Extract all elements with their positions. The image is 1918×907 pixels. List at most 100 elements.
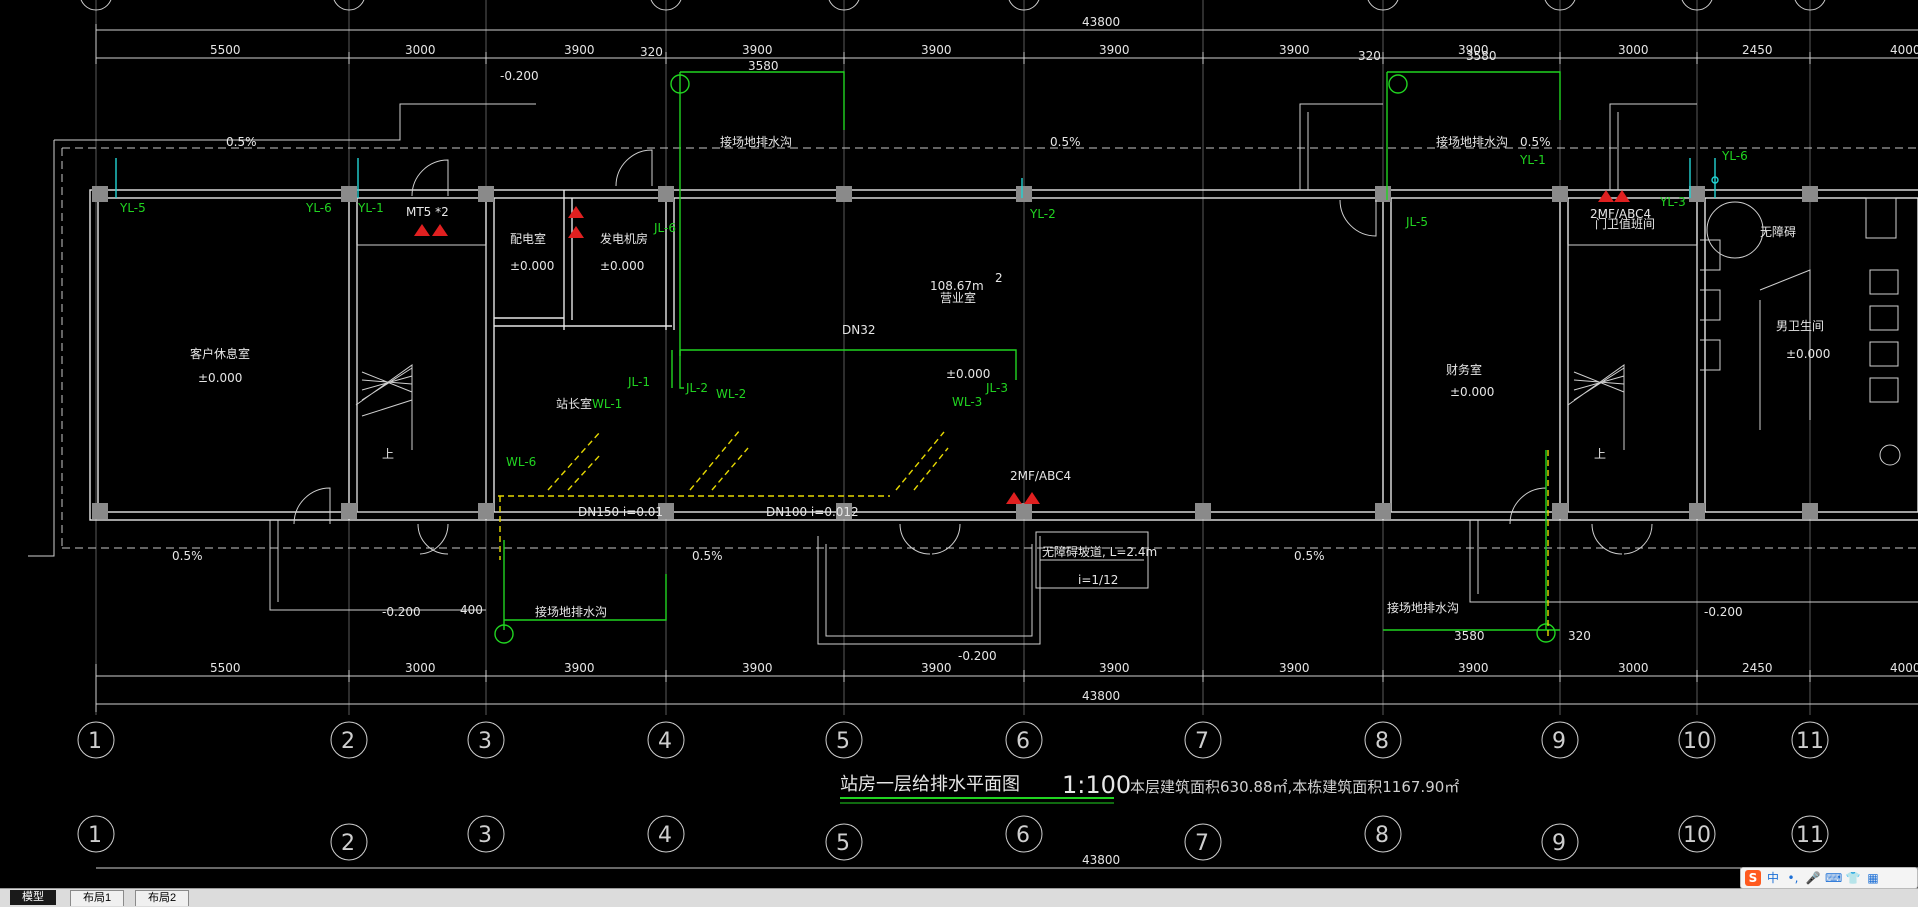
svg-text:7: 7: [1195, 831, 1209, 856]
svg-text:2MF/ABC4: 2MF/ABC4: [1010, 469, 1071, 483]
doors: [293, 149, 1653, 555]
svg-text:3900: 3900: [1279, 43, 1310, 57]
cad-drawing-canvas[interactable]: 43800 5500 3000 3900 3900 3900 3900 3900…: [0, 0, 1918, 888]
drain-ditch: [28, 103, 1918, 557]
bottom-dimension-values: 5500 3000 3900 3900 3900 3900 3900 3900 …: [210, 661, 1918, 675]
svg-text:3900: 3900: [742, 43, 773, 57]
svg-text:0.5%: 0.5%: [1294, 549, 1325, 563]
svg-text:WL-3: WL-3: [952, 395, 982, 409]
room-business-hall: 营业室: [940, 290, 976, 305]
svg-text:0.5%: 0.5%: [692, 549, 723, 563]
svg-text:JL-3: JL-3: [985, 381, 1008, 395]
svg-text:±0.000: ±0.000: [510, 259, 554, 273]
axis-bubbles-row2: 1 2 3 4 5 6 7 8 9 10 11 43800: [77, 815, 1918, 869]
svg-text:4: 4: [658, 729, 672, 754]
svg-text:接场地排水沟: 接场地排水沟: [1387, 600, 1459, 615]
svg-text:5: 5: [836, 831, 850, 856]
svg-text:320: 320: [1568, 629, 1591, 643]
drawing-title-block: 站房一层给排水平面图 1:100 本层建筑面积630.88㎡,本栋建筑面积116…: [840, 771, 1459, 804]
svg-text:5500: 5500: [210, 43, 241, 57]
svg-text:3580: 3580: [1466, 49, 1497, 63]
svg-text:YL-2: YL-2: [1029, 207, 1056, 221]
room-station-master: 站长室: [556, 396, 592, 411]
svg-text:2: 2: [341, 729, 355, 754]
svg-text:3900: 3900: [564, 43, 595, 57]
svg-text:-0.200: -0.200: [500, 69, 539, 83]
axis-bubbles-row1: 1 2 3 4 5 6 7 8 9 10 11: [77, 721, 1829, 759]
svg-text:3000: 3000: [1618, 661, 1649, 675]
stair-left: 上: [355, 364, 413, 461]
svg-text:3000: 3000: [1618, 43, 1649, 57]
svg-text:JL-1: JL-1: [627, 375, 650, 389]
svg-text:±0.000: ±0.000: [1450, 385, 1494, 399]
ime-punct-toggle[interactable]: •,: [1785, 870, 1801, 886]
shirt-icon[interactable]: 👕: [1845, 870, 1861, 886]
svg-text:3000: 3000: [405, 661, 436, 675]
svg-text:1: 1: [88, 823, 102, 848]
svg-text:±0.000: ±0.000: [946, 367, 990, 381]
tab-model[interactable]: 模型: [10, 890, 56, 905]
room-customer-lounge: 客户休息室: [190, 346, 250, 361]
svg-text:4000: 4000: [1890, 661, 1918, 675]
svg-text:WL-1: WL-1: [592, 397, 622, 411]
ime-logo-icon[interactable]: S: [1745, 870, 1761, 886]
total-dim-top: 43800: [1082, 15, 1120, 29]
room-electrical: 配电室: [510, 231, 546, 246]
svg-text:9: 9: [1552, 729, 1566, 754]
svg-text:上: 上: [1594, 447, 1606, 461]
svg-text:WL-6: WL-6: [506, 455, 536, 469]
svg-text:2MF/ABC4: 2MF/ABC4: [1590, 207, 1651, 221]
room-generator: 发电机房: [600, 231, 648, 246]
svg-text:1: 1: [88, 729, 102, 754]
tab-layout2[interactable]: 布局2: [135, 890, 190, 906]
drawing-title: 站房一层给排水平面图: [840, 774, 1020, 795]
stair-right: 上: [1567, 364, 1625, 461]
svg-text:3900: 3900: [1099, 43, 1130, 57]
tab-layout1[interactable]: 布局1: [70, 890, 125, 906]
svg-text:MT5 *2: MT5 *2: [406, 205, 449, 219]
svg-text:0.5%: 0.5%: [1050, 135, 1081, 149]
svg-text:2450: 2450: [1742, 43, 1773, 57]
ramp: 无障碍坡道, L=2.4m i=1/12: [1035, 531, 1157, 589]
svg-text:0.5%: 0.5%: [226, 135, 257, 149]
drawing-scale: 1:100: [1062, 771, 1131, 799]
room-mens-toilet: 男卫生间: [1776, 319, 1824, 333]
keyboard-icon[interactable]: ⌨: [1825, 870, 1842, 886]
svg-text:3900: 3900: [921, 661, 952, 675]
area-note: 本层建筑面积630.88㎡,本栋建筑面积1167.90㎡: [1130, 778, 1459, 796]
ime-lang-toggle[interactable]: 中: [1765, 870, 1781, 886]
svg-text:320: 320: [1358, 49, 1381, 63]
grid-icon[interactable]: ▦: [1865, 870, 1881, 886]
svg-text:JL-5: JL-5: [1405, 215, 1428, 229]
svg-text:43800: 43800: [1082, 853, 1120, 867]
svg-text:3: 3: [478, 729, 492, 754]
svg-text:接场地排水沟: 接场地排水沟: [1436, 134, 1508, 149]
svg-text:YL-3: YL-3: [1659, 195, 1686, 209]
svg-text:4: 4: [658, 823, 672, 848]
svg-text:3580: 3580: [748, 59, 779, 73]
svg-text:2450: 2450: [1742, 661, 1773, 675]
svg-text:3900: 3900: [564, 661, 595, 675]
layout-tab-bar: 模型 布局1 布局2 S 中 •, 🎤 ⌨ 👕 ▦: [0, 867, 1918, 907]
pipe-annotations: 接场地排水沟 接场地排水沟 接场地排水沟 接场地排水沟 0.5% 0.5% 0.…: [172, 45, 1743, 663]
svg-text:-0.200: -0.200: [958, 649, 997, 663]
svg-text:3000: 3000: [405, 43, 436, 57]
ime-toolbar[interactable]: S 中 •, 🎤 ⌨ 👕 ▦: [1740, 867, 1918, 889]
svg-text:JL-6: JL-6: [653, 221, 676, 235]
svg-text:3900: 3900: [1279, 661, 1310, 675]
water-supply-pipes: [494, 71, 1561, 644]
svg-text:6: 6: [1016, 823, 1030, 848]
room-accessible: 无障碍: [1760, 224, 1796, 239]
svg-text:DN32: DN32: [842, 323, 876, 337]
exterior-steps: [269, 103, 1918, 645]
axis-lines: [95, 0, 1811, 715]
pipe-tags: YL-5 YL-6 YL-1 YL-2 YL-3 YL-6 YL-1 JL-6 …: [119, 149, 1748, 469]
svg-text:10: 10: [1683, 823, 1711, 848]
svg-text:0.5%: 0.5%: [172, 549, 203, 563]
svg-text:-0.200: -0.200: [382, 605, 421, 619]
top-dimension-values: 5500 3000 3900 3900 3900 3900 3900 3900 …: [210, 43, 1918, 57]
svg-text:7: 7: [1195, 729, 1209, 754]
mic-icon[interactable]: 🎤: [1805, 870, 1821, 886]
svg-text:YL-1: YL-1: [1519, 153, 1546, 167]
svg-text:YL-6: YL-6: [1721, 149, 1748, 163]
